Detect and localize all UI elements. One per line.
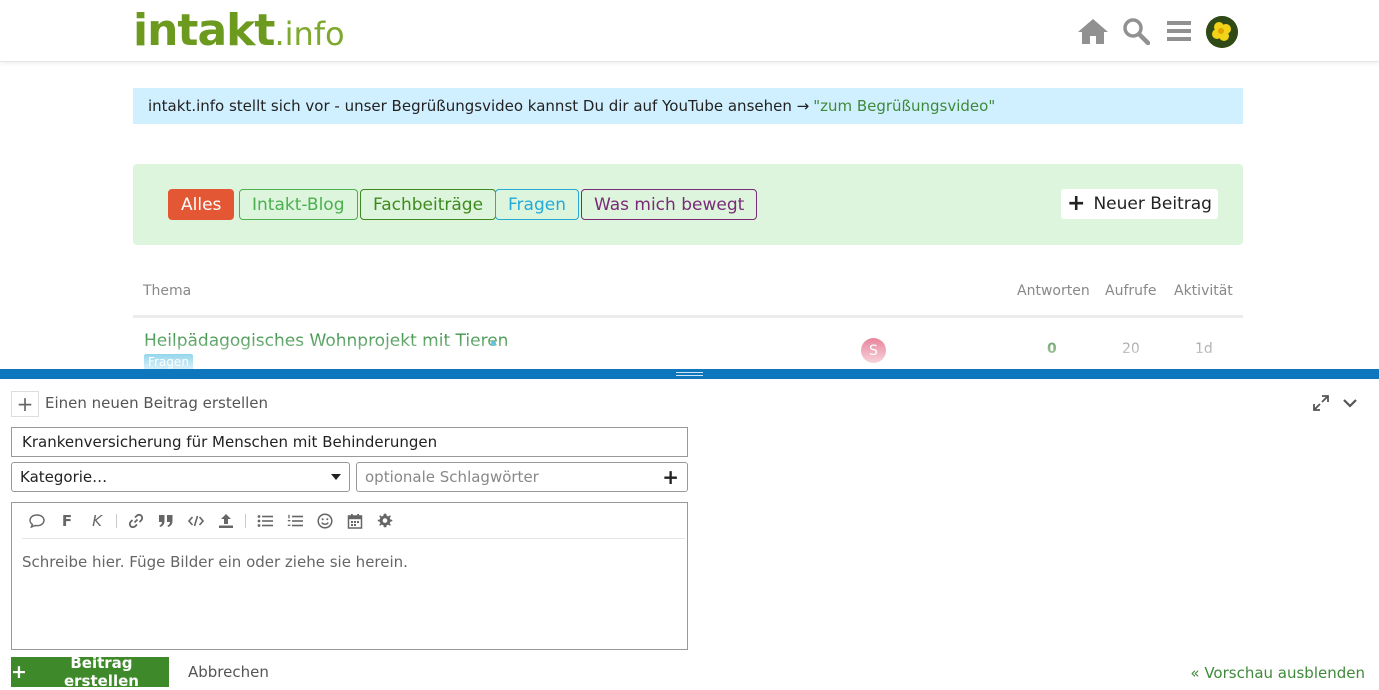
category-select[interactable]: Kategorie…	[11, 462, 350, 492]
quote-bubble-icon[interactable]	[22, 508, 52, 534]
bold-icon[interactable]: F	[52, 508, 82, 534]
emoji-icon[interactable]	[310, 508, 340, 534]
category-chip-intakt-blog[interactable]: Intakt-Blog	[239, 189, 358, 220]
toolbar-divider	[245, 514, 246, 528]
tags-input[interactable]: optionale Schlagwörter +	[356, 462, 688, 492]
expand-fullscreen-icon[interactable]	[1311, 393, 1331, 413]
blockquote-icon[interactable]	[151, 508, 181, 534]
grip-icon	[676, 372, 703, 376]
tags-placeholder: optionale Schlagwörter	[365, 468, 539, 486]
editor-placeholder: Schreibe hier. Füge Bilder ein oder zieh…	[22, 553, 408, 571]
gear-icon[interactable]	[370, 508, 400, 534]
category-select-label: Kategorie…	[20, 468, 108, 486]
topic-title-link[interactable]: Heilpädagogisches Wohnprojekt mit Tieren	[144, 331, 508, 351]
column-header-replies[interactable]: Antworten	[1017, 283, 1090, 299]
topic-category-badge[interactable]: Fragen	[144, 354, 193, 370]
editor-toolbar: F K	[12, 503, 687, 539]
bullet-list-icon[interactable]	[250, 508, 280, 534]
banner-video-link[interactable]: "zum Begrüßungsvideo"	[813, 97, 995, 115]
poster-avatar[interactable]: S	[861, 338, 886, 363]
numbered-list-icon[interactable]	[280, 508, 310, 534]
composer-resize-handle[interactable]	[0, 369, 1379, 379]
category-chip-fragen[interactable]: Fragen	[495, 189, 579, 220]
toolbar-bottom-border	[22, 538, 685, 539]
hide-preview-link[interactable]: « Vorschau ausblenden	[1190, 664, 1365, 682]
topic-replies-count: 0	[1047, 341, 1057, 357]
create-post-label: Beitrag erstellen	[63, 654, 139, 690]
search-icon[interactable]	[1119, 14, 1153, 48]
category-chip-was-mich-bewegt[interactable]: Was mich bewegt	[581, 189, 758, 220]
site-header: intakt.info	[0, 0, 1379, 62]
code-icon[interactable]	[181, 508, 211, 534]
column-header-activity[interactable]: Aktivität	[1174, 283, 1233, 299]
add-tag-plus-icon[interactable]: +	[662, 465, 679, 489]
plus-icon: +	[11, 660, 27, 683]
home-icon[interactable]	[1076, 14, 1110, 48]
upload-icon[interactable]	[211, 508, 241, 534]
topic-views-count: 20	[1122, 341, 1140, 357]
column-header-topic[interactable]: Thema	[143, 283, 191, 299]
new-post-button[interactable]: + Neuer Beitrag	[1061, 189, 1218, 219]
welcome-banner: intakt.info stellt sich vor - unser Begr…	[133, 88, 1243, 124]
caret-down-icon	[331, 474, 341, 480]
unread-indicator	[491, 341, 496, 346]
composer-action-plus-button[interactable]: +	[11, 391, 39, 417]
composer-action-label: Einen neuen Beitrag erstellen	[45, 394, 269, 412]
category-chip-alles[interactable]: Alles	[168, 189, 235, 220]
hamburger-menu-icon[interactable]	[1162, 14, 1196, 48]
topic-activity-age[interactable]: 1d	[1195, 341, 1213, 357]
logo-main: intakt	[133, 5, 275, 56]
banner-text: intakt.info stellt sich vor - unser Begr…	[148, 97, 810, 115]
plus-icon: +	[1067, 191, 1086, 216]
category-chip-fachbeitraege[interactable]: Fachbeiträge	[360, 189, 497, 220]
create-post-button[interactable]: + Beitrag erstellen	[11, 654, 169, 690]
topic-list-divider	[133, 315, 1243, 318]
column-header-views[interactable]: Aufrufe	[1105, 283, 1157, 299]
user-avatar[interactable]	[1206, 16, 1238, 48]
chevron-down-icon[interactable]	[1340, 393, 1360, 413]
composer-panel: + Einen neuen Beitrag erstellen Kategori…	[0, 379, 1379, 690]
link-icon[interactable]	[121, 508, 151, 534]
italic-icon[interactable]: K	[82, 508, 112, 534]
site-logo[interactable]: intakt.info	[133, 6, 345, 59]
logo-suffix: .info	[274, 15, 345, 53]
toolbar-divider	[116, 514, 117, 528]
category-filter-panel: Alles Intakt-Blog Fachbeiträge Fragen Wa…	[133, 164, 1243, 245]
post-editor[interactable]: F K Schreibe hier. Füge Bilder ein oder …	[11, 502, 688, 650]
new-post-label: Neuer Beitrag	[1093, 194, 1212, 214]
topic-title-input[interactable]	[11, 427, 688, 457]
cancel-link[interactable]: Abbrechen	[188, 663, 269, 681]
calendar-icon[interactable]	[340, 508, 370, 534]
flower-avatar-icon	[1206, 16, 1238, 48]
